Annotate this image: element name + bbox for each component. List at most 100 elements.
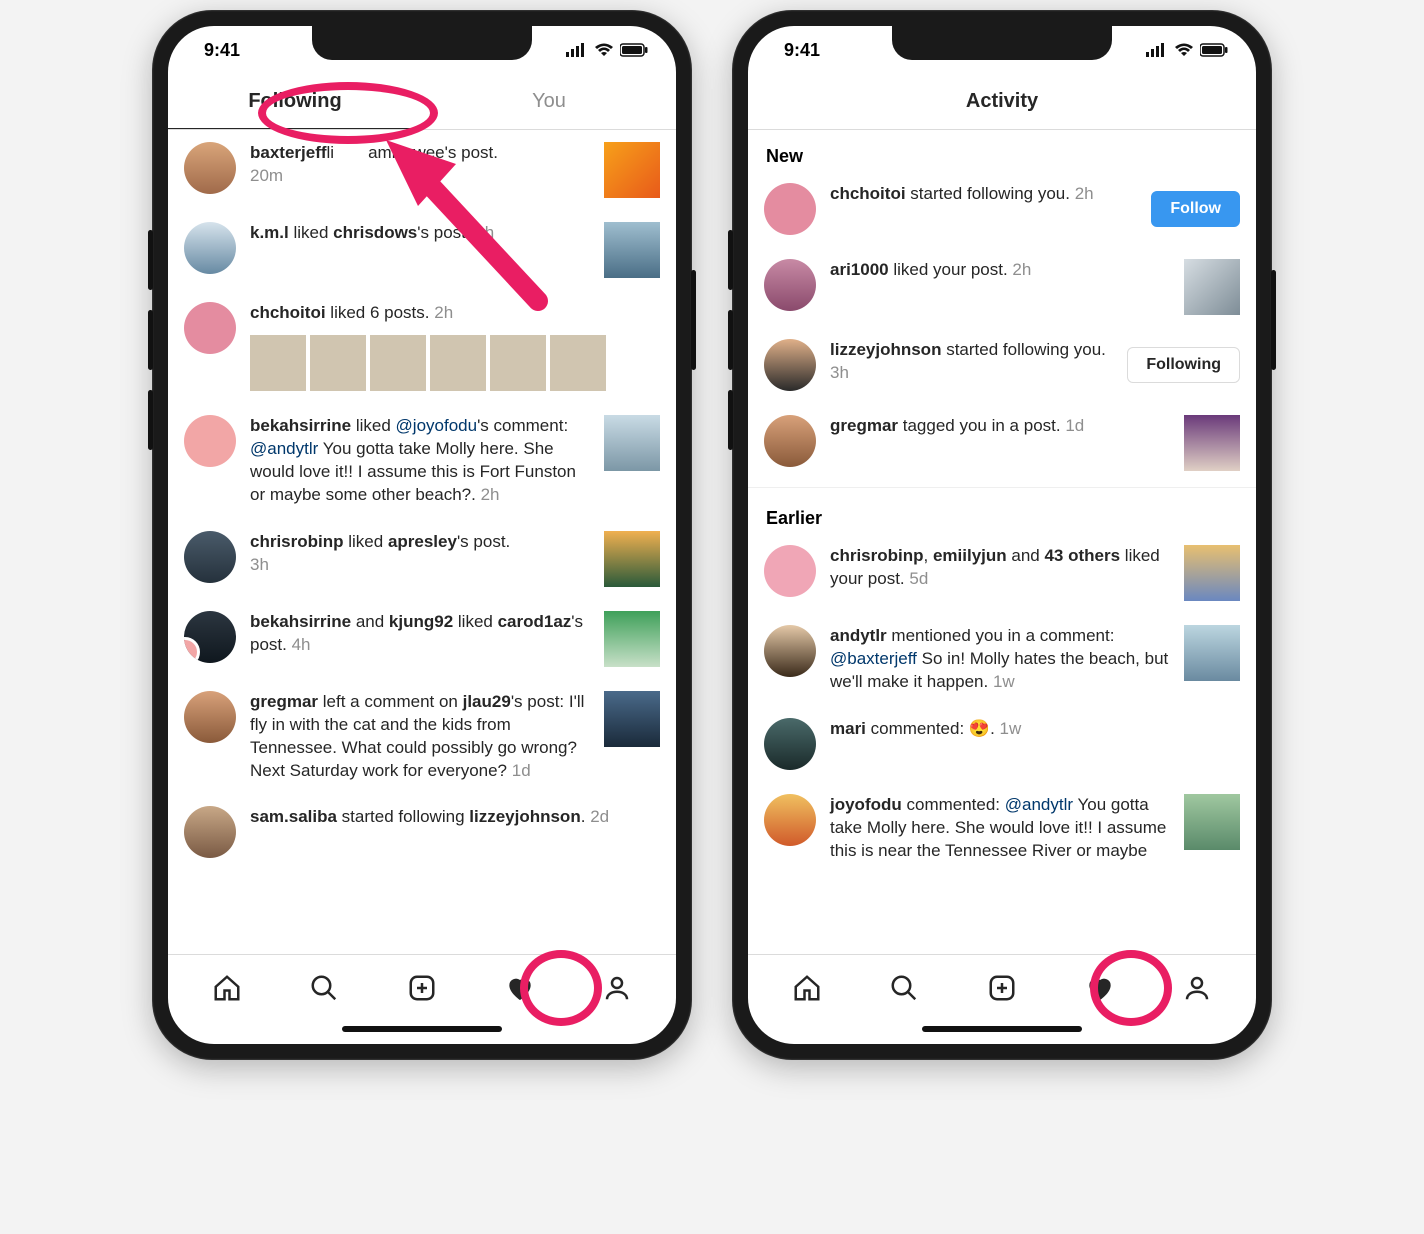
avatar[interactable] <box>184 611 236 663</box>
avatar[interactable] <box>184 415 236 467</box>
activity-row[interactable]: chrisrobinp liked apresley's post. 3h <box>168 519 676 599</box>
heart-icon <box>1084 972 1116 1004</box>
title-header: Activity <box>748 74 1256 130</box>
post-thumb[interactable] <box>430 335 486 391</box>
nav-profile[interactable] <box>595 966 639 1010</box>
cellular-icon <box>566 43 588 57</box>
activity-text: k.m.l liked chrisdows's post. 1h <box>250 222 590 245</box>
avatar[interactable] <box>184 142 236 194</box>
activity-row[interactable]: k.m.l liked chrisdows's post. 1h <box>168 210 676 290</box>
tab-you[interactable]: You <box>422 74 676 129</box>
bottom-nav <box>168 954 676 1020</box>
activity-row[interactable]: mari commented: 😍. 1w <box>748 706 1256 782</box>
post-thumb[interactable] <box>1184 259 1240 315</box>
home-icon <box>212 973 242 1003</box>
battery-icon <box>1200 43 1228 57</box>
nav-activity[interactable] <box>1078 966 1122 1010</box>
activity-text: bekahsirrine and kjung92 liked carod1az'… <box>250 611 590 657</box>
notch <box>312 26 532 60</box>
cellular-icon <box>1146 43 1168 57</box>
activity-row[interactable]: lizzeyjohnson started following you. 3h … <box>748 327 1256 403</box>
post-thumb[interactable] <box>604 415 660 471</box>
avatar[interactable] <box>184 531 236 583</box>
notch <box>892 26 1112 60</box>
avatar[interactable] <box>184 222 236 274</box>
home-icon <box>792 973 822 1003</box>
nav-activity[interactable] <box>498 966 542 1010</box>
post-thumb[interactable] <box>1184 625 1240 681</box>
activity-text: joyofodu commented: @andytlr You gotta t… <box>830 794 1170 863</box>
activity-row[interactable]: baxterjefflixxxxamiaywee's post. 20m <box>168 130 676 210</box>
avatar[interactable] <box>764 794 816 846</box>
status-time: 9:41 <box>204 40 240 61</box>
avatar[interactable] <box>764 718 816 770</box>
activity-row[interactable]: chrisrobinp, emiilyjun and 43 others lik… <box>748 533 1256 613</box>
post-thumb[interactable] <box>604 531 660 587</box>
activity-text: baxterjefflixxxxamiaywee's post. 20m <box>250 142 590 188</box>
wifi-icon <box>594 43 614 57</box>
nav-create[interactable] <box>400 966 444 1010</box>
avatar[interactable] <box>764 415 816 467</box>
post-thumb[interactable] <box>604 691 660 747</box>
activity-text: sam.saliba started following lizzeyjohns… <box>250 806 660 829</box>
activity-row[interactable]: sam.saliba started following lizzeyjohns… <box>168 794 676 870</box>
section-new: New <box>748 130 1256 171</box>
post-thumb[interactable] <box>250 335 306 391</box>
post-thumb[interactable] <box>1184 794 1240 850</box>
follow-button[interactable]: Follow <box>1151 191 1240 227</box>
battery-icon <box>620 43 648 57</box>
activity-text: bekahsirrine liked @joyofodu's comment: … <box>250 415 590 507</box>
activity-row[interactable]: andytlr mentioned you in a comment: @bax… <box>748 613 1256 706</box>
section-divider <box>748 487 1256 488</box>
activity-row[interactable]: chchoitoi liked 6 posts. 2h <box>168 290 676 403</box>
post-thumb[interactable] <box>310 335 366 391</box>
nav-create[interactable] <box>980 966 1024 1010</box>
status-icons <box>566 43 648 57</box>
heart-icon <box>504 972 536 1004</box>
avatar[interactable] <box>184 691 236 743</box>
avatar[interactable] <box>764 183 816 235</box>
post-thumb[interactable] <box>604 222 660 278</box>
activity-row[interactable]: chchoitoi started following you. 2h Foll… <box>748 171 1256 247</box>
activity-text: chchoitoi liked 6 posts. 2h <box>250 302 660 391</box>
post-thumb[interactable] <box>1184 545 1240 601</box>
profile-icon <box>1182 973 1212 1003</box>
activity-row[interactable]: bekahsirrine liked @joyofodu's comment: … <box>168 403 676 519</box>
activity-row[interactable]: gregmar tagged you in a post. 1d <box>748 403 1256 483</box>
activity-row[interactable]: bekahsirrine and kjung92 liked carod1az'… <box>168 599 676 679</box>
activity-row[interactable]: gregmar left a comment on jlau29's post:… <box>168 679 676 795</box>
activity-row[interactable]: joyofodu commented: @andytlr You gotta t… <box>748 782 1256 875</box>
post-thumb[interactable] <box>604 611 660 667</box>
profile-icon <box>602 973 632 1003</box>
post-thumb[interactable] <box>490 335 546 391</box>
post-thumb[interactable] <box>1184 415 1240 471</box>
nav-home[interactable] <box>205 966 249 1010</box>
avatar[interactable] <box>764 339 816 391</box>
page-title: Activity <box>966 90 1038 113</box>
following-feed[interactable]: baxterjefflixxxxamiaywee's post. 20m k.m… <box>168 130 676 954</box>
post-thumb[interactable] <box>550 335 606 391</box>
nav-profile[interactable] <box>1175 966 1219 1010</box>
post-thumb-grid <box>250 335 660 391</box>
nav-search[interactable] <box>882 966 926 1010</box>
avatar[interactable] <box>184 302 236 354</box>
nav-search[interactable] <box>302 966 346 1010</box>
tab-you-label: You <box>532 90 566 113</box>
phone-left: 9:41 Following You baxterjefflixxxxamiay… <box>152 10 692 1060</box>
plus-square-icon <box>407 973 437 1003</box>
activity-feed[interactable]: New chchoitoi started following you. 2h … <box>748 130 1256 954</box>
avatar[interactable] <box>184 806 236 858</box>
avatar[interactable] <box>764 259 816 311</box>
nav-home[interactable] <box>785 966 829 1010</box>
avatar[interactable] <box>764 545 816 597</box>
activity-row[interactable]: ari1000 liked your post. 2h <box>748 247 1256 327</box>
bottom-nav <box>748 954 1256 1020</box>
activity-text: lizzeyjohnson started following you. 3h <box>830 339 1113 385</box>
post-thumb[interactable] <box>370 335 426 391</box>
section-earlier: Earlier <box>748 492 1256 533</box>
plus-square-icon <box>987 973 1017 1003</box>
post-thumb[interactable] <box>604 142 660 198</box>
avatar[interactable] <box>764 625 816 677</box>
tab-following[interactable]: Following <box>168 74 422 129</box>
following-button[interactable]: Following <box>1127 347 1240 383</box>
